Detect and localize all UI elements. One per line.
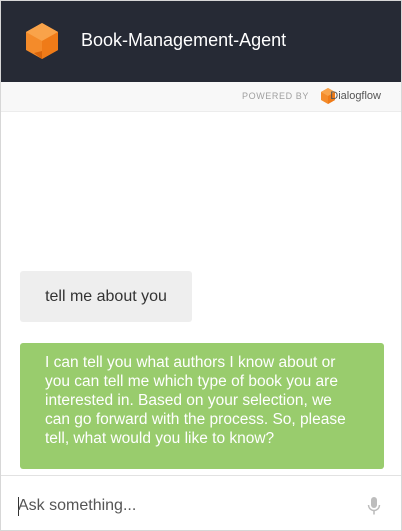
dialogflow-cube-icon [26, 23, 58, 59]
agent-title: Book-Management-Agent [81, 30, 287, 50]
header-bar: Book-Management-Agent [1, 1, 401, 82]
agent-message-bubble: I can tell you what authors I know about… [20, 343, 384, 469]
message-input-bar [1, 475, 401, 530]
message-input[interactable] [18, 492, 348, 520]
dialogflow-brand-name: Dialogflow [330, 90, 381, 102]
powered-by-bar: POWERED BY Dialogflow [1, 82, 401, 112]
powered-by-label: POWERED BY [241, 91, 309, 101]
chat-messages-area: tell me about you I can tell you what au… [1, 112, 401, 475]
microphone-icon[interactable] [367, 496, 381, 516]
user-message-bubble: tell me about you [20, 271, 192, 322]
chat-widget: Book-Management-Agent POWERED BY Dialogf… [0, 0, 402, 531]
